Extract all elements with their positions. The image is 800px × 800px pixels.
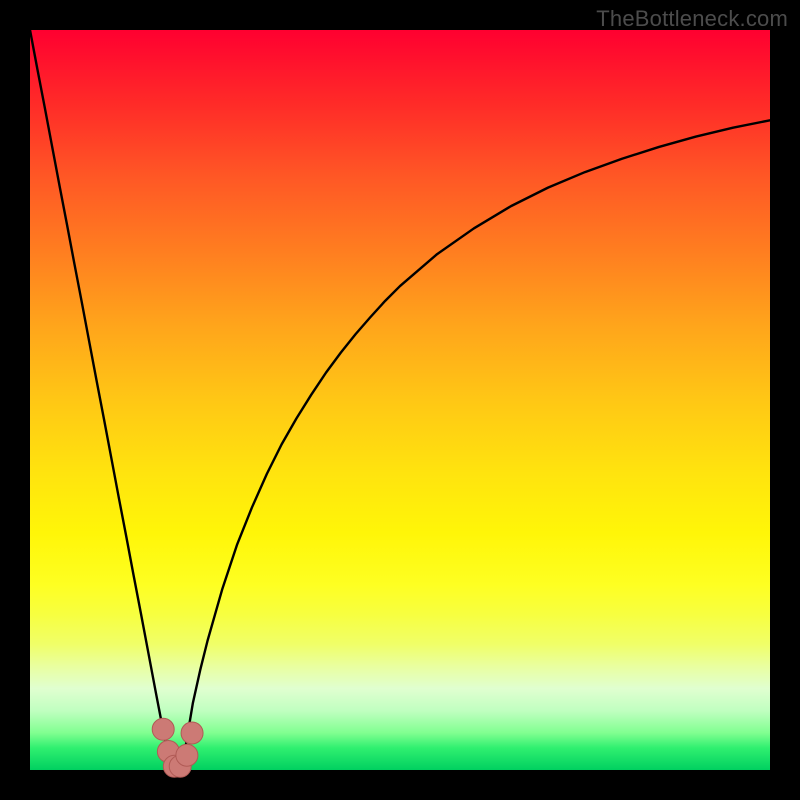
curve-path <box>30 30 770 770</box>
bottleneck-curve <box>30 30 770 770</box>
curve-marker <box>181 722 203 744</box>
curve-marker <box>152 718 174 740</box>
curve-marker <box>176 744 198 766</box>
plot-area <box>30 30 770 770</box>
chart-frame: TheBottleneck.com <box>0 0 800 800</box>
watermark-text: TheBottleneck.com <box>596 6 788 32</box>
